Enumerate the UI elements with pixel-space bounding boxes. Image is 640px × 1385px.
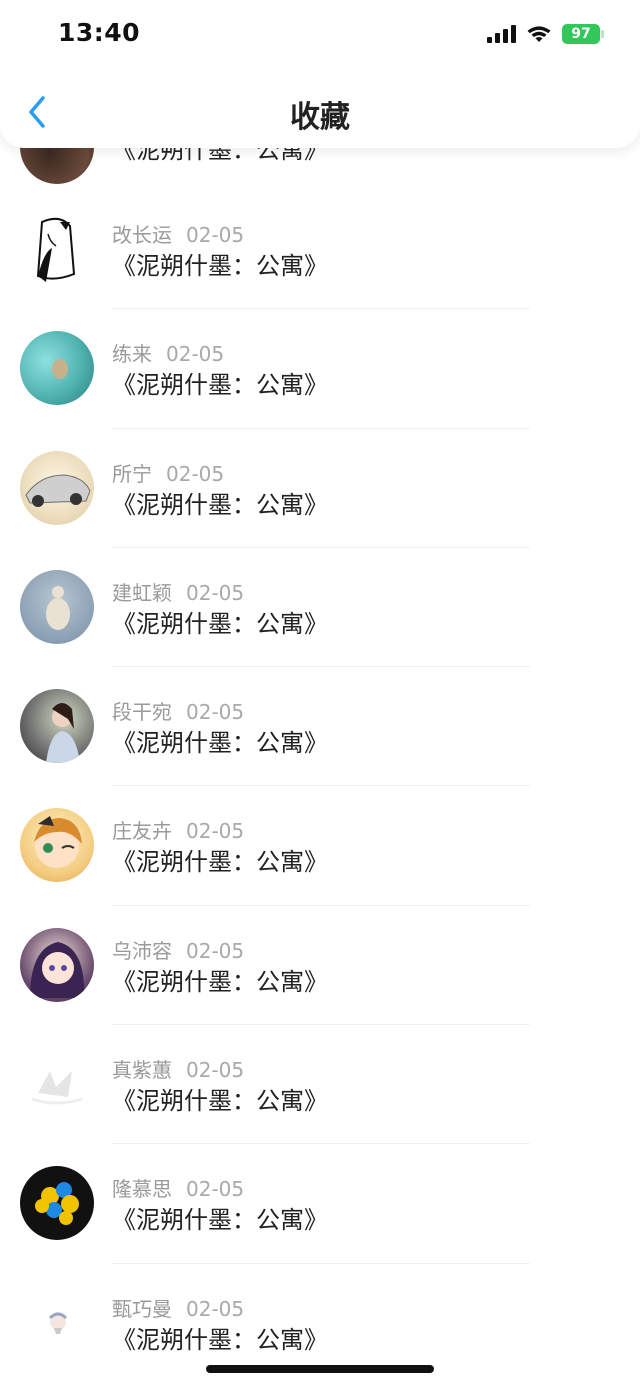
date: 02-05	[186, 1177, 245, 1202]
page-title: 收藏	[290, 100, 350, 135]
avatar	[20, 569, 94, 644]
date: 02-05	[186, 223, 245, 247]
status-time: 13:40	[58, 18, 141, 47]
item-text: 乌沛容 02-05 《泥朔什墨：公寓》	[112, 938, 328, 998]
item-text: 甄巧曼 02-05 《泥朔什墨：公寓》	[112, 1296, 328, 1356]
wifi-icon	[526, 25, 552, 43]
date: 02-05	[186, 1296, 245, 1321]
item-text: 建虹颖 02-05 《泥朔什墨：公寓》	[112, 580, 328, 640]
user-name: 建虹颖	[112, 580, 172, 605]
list-item[interactable]: 隆慕思 02-05 《泥朔什墨：公寓》	[0, 1144, 640, 1264]
list-item[interactable]: 建虹颖 02-05 《泥朔什墨：公寓》	[0, 548, 640, 668]
book-title: 《泥朔什墨：公寓》	[112, 1087, 328, 1116]
user-name: 段干宛	[112, 700, 172, 725]
favorites-list: 《泥朔什墨：公寓》 改长运 02-05 《泥朔什墨：公寓》 练来 02-05 《…	[0, 140, 640, 1383]
list-item[interactable]: 真紫蕙 02-05 《泥朔什墨：公寓》	[0, 1025, 640, 1145]
item-text: 庄友卉 02-05 《泥朔什墨：公寓》	[112, 818, 328, 878]
date: 02-05	[166, 342, 225, 367]
avatar	[20, 927, 94, 1002]
date: 02-05	[186, 819, 245, 844]
book-title: 《泥朔什墨：公寓》	[112, 609, 328, 638]
list-item[interactable]: 改长运 02-05 《泥朔什墨：公寓》	[0, 190, 640, 310]
signal-icon	[487, 25, 516, 43]
status-icons: 97	[487, 24, 604, 44]
book-title: 《泥朔什墨：公寓》	[112, 1206, 328, 1235]
book-title: 《泥朔什墨：公寓》	[112, 490, 328, 519]
user-name: 所宁	[112, 461, 152, 486]
battery-level: 97	[571, 26, 591, 42]
avatar	[20, 450, 94, 525]
user-name: 甄巧曼	[112, 1296, 172, 1321]
list-item[interactable]: 乌沛容 02-05 《泥朔什墨：公寓》	[0, 906, 640, 1026]
date: 02-05	[166, 461, 225, 486]
battery-icon: 97	[562, 24, 604, 44]
book-title: 《泥朔什墨：公寓》	[112, 729, 328, 758]
date: 02-05	[186, 1058, 245, 1083]
book-title: 《泥朔什墨：公寓》	[112, 848, 328, 877]
list-item[interactable]: 段干宛 02-05 《泥朔什墨：公寓》	[0, 667, 640, 787]
user-name: 改长运	[112, 223, 172, 247]
home-indicator[interactable]	[206, 1365, 434, 1373]
avatar	[20, 1166, 94, 1241]
book-title: 《泥朔什墨：公寓》	[112, 967, 328, 996]
list-item[interactable]: 庄友卉 02-05 《泥朔什墨：公寓》	[0, 786, 640, 906]
avatar	[20, 212, 94, 286]
user-name: 乌沛容	[112, 938, 172, 963]
date: 02-05	[186, 700, 245, 725]
item-text: 真紫蕙 02-05 《泥朔什墨：公寓》	[112, 1057, 328, 1117]
book-title: 《泥朔什墨：公寓》	[112, 371, 328, 400]
date: 02-05	[186, 580, 245, 605]
date: 02-05	[186, 938, 245, 963]
avatar	[20, 1285, 94, 1360]
item-text: 所宁 02-05 《泥朔什墨：公寓》	[112, 461, 328, 521]
book-title: 《泥朔什墨：公寓》	[112, 1325, 328, 1354]
user-name: 隆慕思	[112, 1177, 172, 1202]
top-bar: 13:40 97 收藏	[0, 0, 640, 148]
avatar	[20, 331, 94, 406]
avatar	[20, 689, 94, 764]
item-text: 练来 02-05 《泥朔什墨：公寓》	[112, 341, 328, 401]
user-name: 练来	[112, 342, 152, 367]
avatar	[20, 808, 94, 883]
book-title: 《泥朔什墨：公寓》	[112, 252, 328, 280]
item-text: 段干宛 02-05 《泥朔什墨：公寓》	[112, 699, 328, 759]
list-item[interactable]: 练来 02-05 《泥朔什墨：公寓》	[0, 309, 640, 429]
item-text: 改长运 02-05 《泥朔什墨：公寓》	[112, 222, 328, 282]
user-name: 真紫蕙	[112, 1058, 172, 1083]
item-text: 隆慕思 02-05 《泥朔什墨：公寓》	[112, 1176, 328, 1236]
user-name: 庄友卉	[112, 819, 172, 844]
list-item[interactable]: 所宁 02-05 《泥朔什墨：公寓》	[0, 429, 640, 548]
avatar	[20, 1047, 94, 1122]
